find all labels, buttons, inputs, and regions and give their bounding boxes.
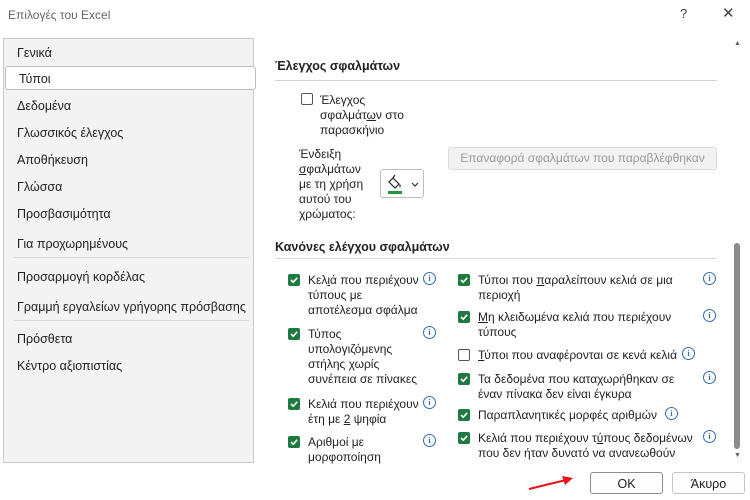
right-rule-checkbox[interactable] (458, 274, 470, 286)
info-icon[interactable]: i (703, 309, 716, 322)
title-bar: Επιλογές του Excel ? ✕ (0, 0, 750, 30)
red-arrow-annotation (528, 476, 573, 490)
sidebar-item-advanced[interactable]: Για προχωρημένους (4, 232, 253, 256)
right-rule-checkbox[interactable] (458, 349, 470, 361)
sidebar-item-addins[interactable]: Πρόσθετα (4, 327, 253, 351)
scroll-up-arrow-icon[interactable]: ▲ (734, 40, 741, 47)
reset-ignored-errors-button[interactable]: Επαναφορά σφαλμάτων που παραβλέφθηκαν (448, 147, 717, 170)
sidebar-item-save[interactable]: Αποθήκευση (4, 148, 253, 172)
right-rule-checkbox[interactable] (458, 373, 470, 385)
formulas-options-panel: Έλεγχος σφαλμάτων Έλεγχος σφαλμάτων στο … (262, 38, 728, 464)
error-color-picker[interactable] (380, 169, 424, 198)
right-rule-checkbox[interactable] (458, 311, 470, 323)
left-rule-label: Κελιά που περιέχουν τύπους με αποτέλεσμα σ… (308, 273, 419, 317)
info-icon[interactable]: i (423, 396, 436, 409)
left-rule-checkbox[interactable] (288, 274, 300, 286)
sidebar-item-language[interactable]: Γλώσσα (4, 175, 253, 199)
left-rule-label: Κελιά που περιέχουν έτη με 2 ψηφία (308, 397, 419, 426)
sidebar-item-general[interactable]: Γενικά (4, 41, 253, 65)
background-error-checking-label: Έλεγχος σφαλμάτων στο παρασκήνιο (320, 93, 404, 137)
right-rule-label: Κελιά που περιέχουν τύπους δεδομένων που … (478, 431, 693, 460)
info-icon[interactable]: i (682, 347, 695, 360)
sidebar-divider (14, 320, 249, 321)
cancel-button[interactable]: Άκυρο (672, 472, 745, 494)
chevron-down-icon (411, 182, 419, 187)
paint-bucket-icon (388, 174, 419, 194)
info-icon[interactable]: i (703, 430, 716, 443)
error-color-label: Ένδειξη σφαλμάτων με τη χρήση αυτού του … (299, 147, 364, 221)
error-rules-heading: Κανόνες ελέγχου σφαλμάτων (275, 240, 450, 254)
right-rule-checkbox[interactable] (458, 432, 470, 444)
info-icon[interactable]: i (423, 272, 436, 285)
left-rule-checkbox[interactable] (288, 398, 300, 410)
right-rule-label: Τύποι που παραλείπουν κελιά σε μια περιοχ… (478, 273, 673, 302)
selected-color-swatch (388, 191, 402, 194)
help-button[interactable]: ? (680, 6, 687, 21)
info-icon[interactable]: i (703, 272, 716, 285)
options-scrollbar[interactable]: ▲ ▼ (731, 38, 744, 463)
scroll-down-arrow-icon[interactable]: ▼ (734, 452, 741, 459)
right-rule-checkbox[interactable] (458, 409, 470, 421)
section-divider (275, 258, 717, 259)
right-rule-label: Μη κλειδωμένα κελιά που περιέχουν τύπους (478, 310, 672, 339)
ok-button[interactable]: OK (590, 472, 663, 494)
options-sidebar: Γενικά Τύποι Δεδομένα Γλωσσικός έλεγχος … (3, 38, 256, 463)
error-checking-heading: Έλεγχος σφαλμάτων (275, 59, 401, 73)
sidebar-item-customize-ribbon[interactable]: Προσαρμογή κορδέλας (4, 265, 253, 289)
right-rule-label: Τα δεδομένα που καταχωρήθηκαν σε έναν πίν… (478, 372, 675, 401)
info-icon[interactable]: i (703, 371, 716, 384)
sidebar-divider (14, 257, 249, 258)
left-rule-label: Αριθμοί με μορφοποίηση (308, 435, 381, 464)
left-rule-checkbox[interactable] (288, 436, 300, 448)
sidebar-item-data[interactable]: Δεδομένα (4, 94, 253, 118)
sidebar-item-accessibility[interactable]: Προσβασιμότητα (4, 202, 253, 226)
left-rule-label: Τύπος υπολογιζόμενης στήλης χωρίς συνέπεια … (308, 327, 417, 386)
right-rule-label: Παραπλανητικές μορφές αριθμών (478, 408, 657, 422)
window-title: Επιλογές του Excel (8, 8, 111, 22)
sidebar-item-proofing[interactable]: Γλωσσικός έλεγχος (4, 121, 253, 145)
info-icon[interactable]: i (665, 407, 678, 420)
sidebar-item-quick-access-toolbar[interactable]: Γραμμή εργαλείων γρήγορης πρόσβασης (4, 295, 253, 319)
scrollbar-thumb[interactable] (734, 243, 740, 449)
right-rule-label: Τύποι που αναφέρονται σε κενά κελιά (478, 348, 677, 362)
left-rule-checkbox[interactable] (288, 328, 300, 340)
close-button[interactable]: ✕ (722, 4, 735, 22)
sidebar-item-trust-center[interactable]: Κέντρο αξιοπιστίας (4, 354, 253, 378)
info-icon[interactable]: i (423, 326, 436, 339)
info-icon[interactable]: i (423, 434, 436, 447)
section-divider (275, 80, 717, 81)
sidebar-item-formulas[interactable]: Τύποι (5, 66, 256, 90)
background-error-checking-checkbox[interactable] (301, 93, 313, 105)
